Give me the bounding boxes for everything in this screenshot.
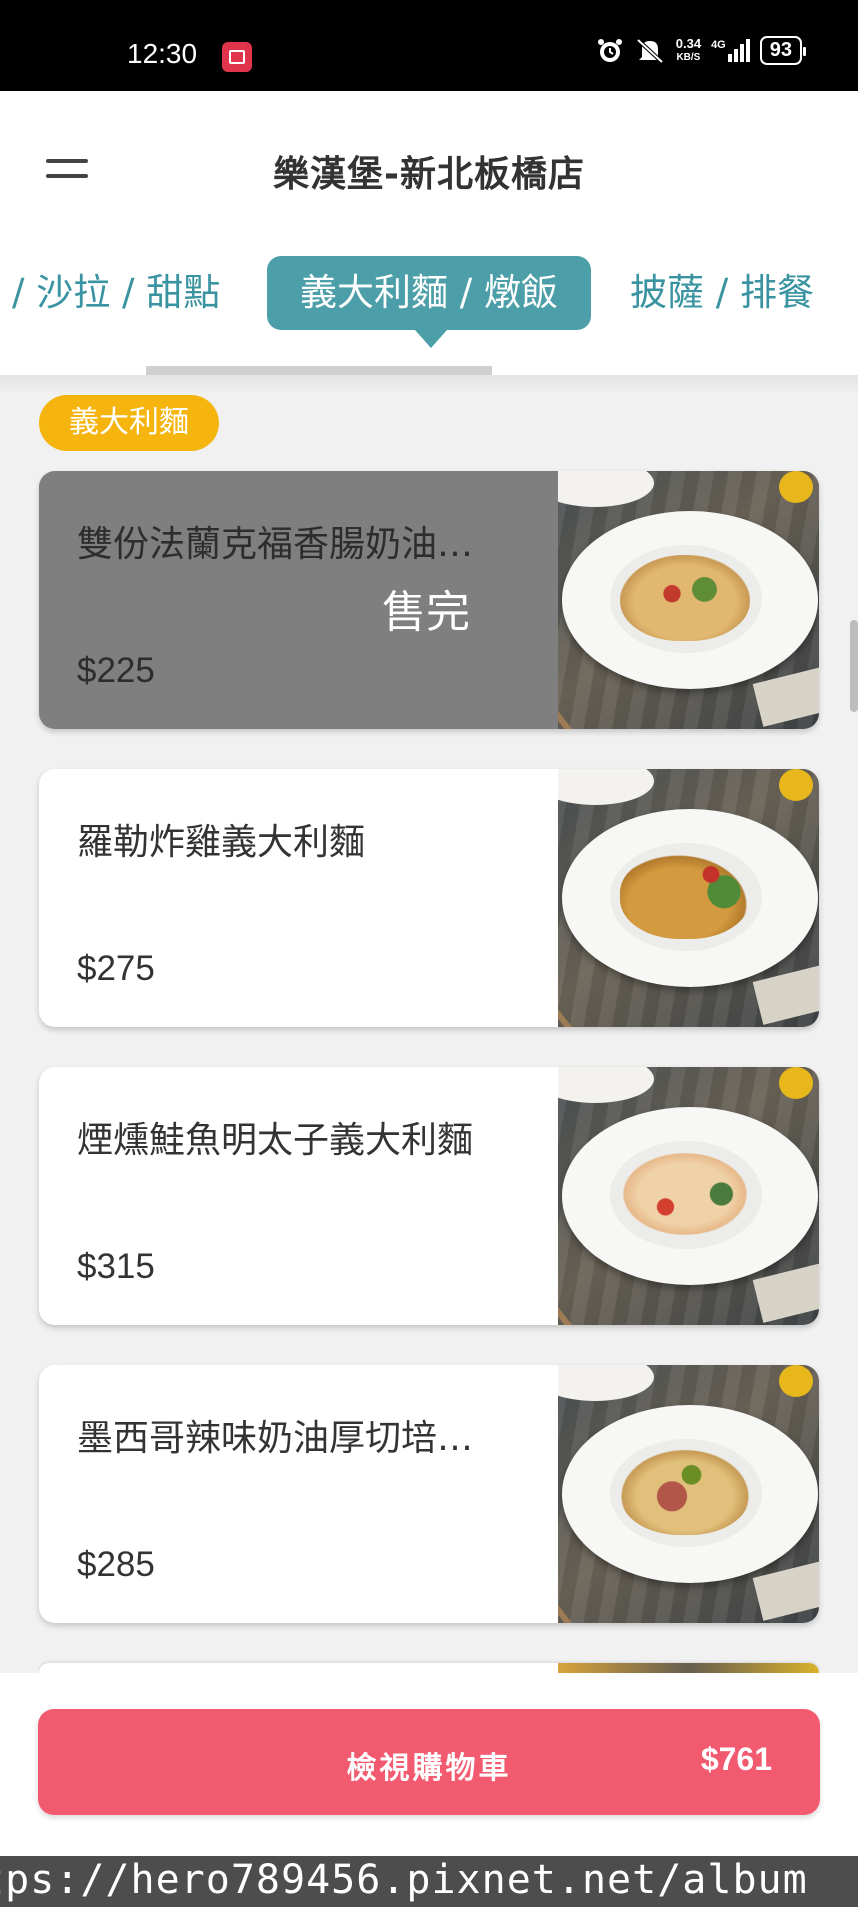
item-name: 雙份法蘭克福香腸奶油… — [77, 524, 474, 565]
battery-icon: 93 — [759, 36, 807, 65]
item-photo — [558, 1067, 819, 1325]
status-bar: 12:30 0.34 KB/S 4G 93 — [0, 0, 858, 91]
tab-pasta-risotto[interactable]: 義大利麵 / 燉飯 — [267, 256, 591, 348]
screen-record-icon — [222, 42, 252, 72]
view-cart-button[interactable]: 檢視購物車 $761 — [38, 1709, 820, 1815]
speed-value: 0.34 — [675, 35, 702, 51]
tab-pizza-steak[interactable]: 披薩 / 排餐 — [630, 256, 814, 330]
tab-salad-dessert[interactable]: / 沙拉 / 甜點 — [12, 256, 220, 330]
bottom-bar: 檢視購物車 $761 — [0, 1673, 858, 1856]
item-photo — [558, 1365, 819, 1623]
status-time: 12:30 — [127, 38, 198, 69]
item-price: $315 — [77, 1247, 155, 1286]
item-price: $225 — [77, 651, 155, 690]
menu-item-card[interactable]: 雙份法蘭克福香腸奶油… 售完 $225 — [39, 471, 819, 729]
category-tabs: / 沙拉 / 甜點 義大利麵 / 燉飯 披薩 / 排餐 — [0, 256, 858, 348]
menu-item-card-partial[interactable] — [39, 1663, 819, 1673]
status-icons: 0.34 KB/S 4G 93 — [596, 35, 807, 65]
list-scrollbar[interactable] — [850, 620, 858, 712]
menu-item-card[interactable]: 煙燻鮭魚明太子義大利麵 $315 — [39, 1067, 819, 1325]
cart-total: $761 — [700, 1741, 772, 1777]
item-name: 煙燻鮭魚明太子義大利麵 — [77, 1120, 474, 1161]
signal-icon: 4G — [711, 39, 750, 62]
mute-icon — [635, 37, 665, 64]
header-divider — [0, 375, 858, 395]
item-price: $275 — [77, 949, 155, 988]
item-price: $285 — [77, 1545, 155, 1584]
menu-item-card[interactable]: 墨西哥辣味奶油厚切培… $285 — [39, 1365, 819, 1623]
item-photo — [558, 769, 819, 1027]
menu-item-card[interactable]: 羅勒炸雞義大利麵 $275 — [39, 769, 819, 1027]
network-speed: 0.34 KB/S — [675, 35, 702, 65]
alarm-icon — [597, 38, 622, 62]
item-name: 墨西哥辣味奶油厚切培… — [77, 1418, 474, 1459]
speed-unit: KB/S — [676, 51, 701, 63]
watermark-url: tps://hero789456.pixnet.net/album — [0, 1857, 808, 1903]
page-title: 樂漢堡-新北板橋店 — [273, 154, 585, 195]
item-name: 羅勒炸雞義大利麵 — [77, 822, 366, 863]
tab-scroll-indicator — [146, 366, 492, 375]
network-type: 4G — [711, 39, 726, 51]
section-tag-pasta: 義大利麵 — [39, 395, 219, 451]
item-photo — [558, 471, 819, 729]
sold-out-label: 售完 — [382, 587, 470, 638]
app-header: 樂漢堡-新北板橋店 / 沙拉 / 甜點 義大利麵 / 燉飯 披薩 / 排餐 — [0, 91, 858, 375]
